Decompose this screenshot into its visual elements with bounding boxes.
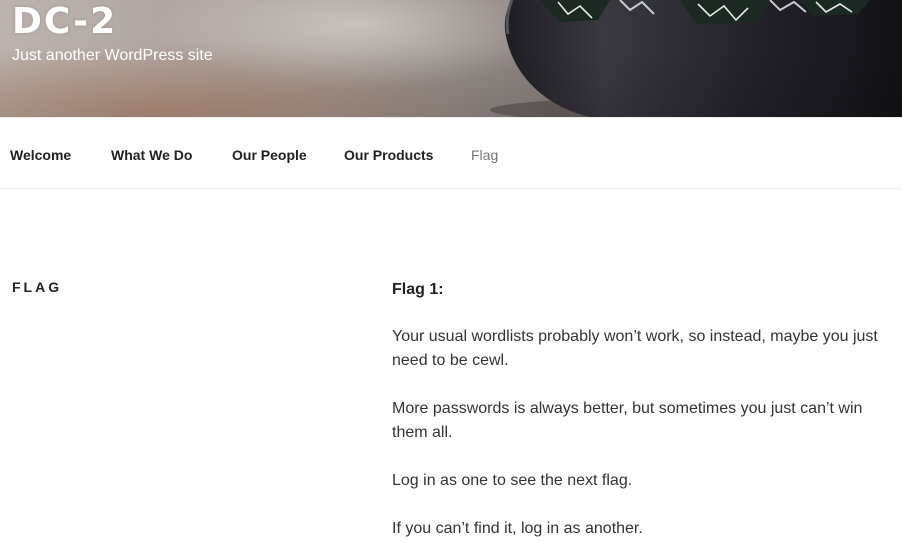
flag-heading: Flag 1: bbox=[392, 281, 444, 298]
content-paragraph: Log in as one to see the next flag. bbox=[392, 472, 633, 489]
site-description: Just another WordPress site bbox=[12, 47, 213, 64]
content-paragraph: If you can’t find it, log in as another. bbox=[392, 520, 643, 537]
content-paragraph: More passwords is always better, but som… bbox=[392, 400, 863, 441]
nav-item-welcome[interactable]: Welcome bbox=[10, 146, 71, 164]
nav-item-our-products[interactable]: Our Products bbox=[344, 146, 433, 164]
nav-item-flag[interactable]: Flag bbox=[471, 146, 498, 164]
main-navigation: Welcome What We Do Our People Our Produc… bbox=[0, 117, 902, 189]
site-header: DC-2 Just another WordPress site bbox=[0, 0, 902, 117]
site-title-link[interactable]: DC-2 bbox=[12, 2, 117, 42]
nav-item-our-people[interactable]: Our People bbox=[232, 146, 307, 164]
content-paragraph: Your usual wordlists probably won’t work… bbox=[392, 328, 878, 369]
page-title: FLAG bbox=[12, 279, 63, 295]
page: DC-2 Just another WordPress site Welcome… bbox=[0, 0, 902, 542]
nav-item-what-we-do[interactable]: What We Do bbox=[111, 146, 192, 164]
